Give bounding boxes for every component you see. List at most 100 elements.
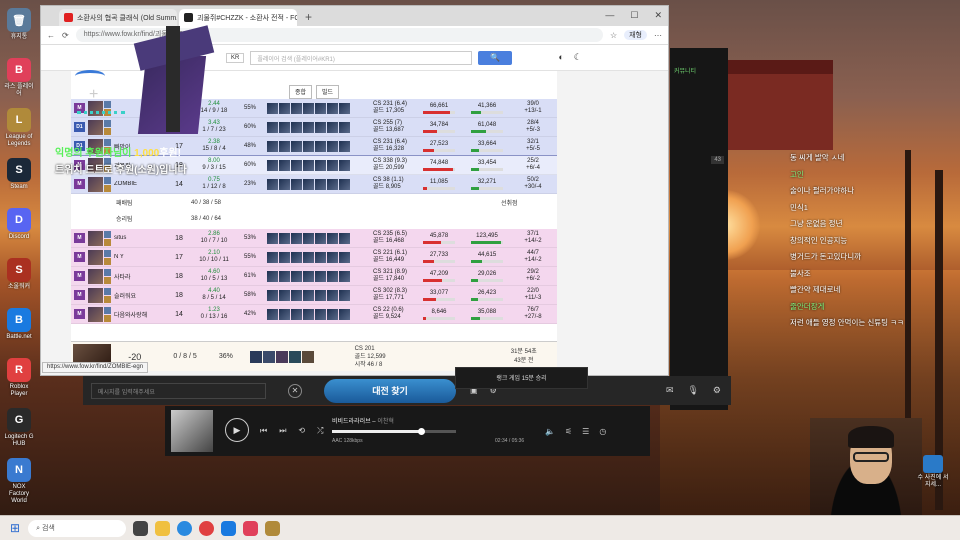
kda: 1.23 0 / 13 / 16 [200,307,228,320]
player-name[interactable]: 슬러워요 [111,291,169,300]
timer-icon[interactable]: ◷ [599,427,606,436]
player-row[interactable]: M 다음와사랑해 14 1.23 0 / 13 / 16 42% CS 22 (0.6) 골드… [71,305,557,324]
app-icon[interactable] [221,520,237,536]
find-match-button[interactable]: 대전 찾기 [324,378,456,403]
close-icon[interactable]: ✕ [288,383,302,398]
player-row[interactable]: Msitus 18 2.86 10 / 7 / 10 53% CS 235 (6.5) 골드… [71,229,557,248]
desktop-icon[interactable]: L League of Legends [4,108,34,148]
kill-participation: 48% [243,143,256,149]
player-right-controls: 🔈 ⚟ ☰ ◷ [545,427,606,436]
desktop-icon[interactable]: G Logitech G HUB [4,408,34,448]
desktop-icon[interactable]: R Roblox Player [4,358,34,398]
kill-participation: 42% [243,311,256,317]
menu-icon[interactable]: ⋯ [654,31,662,40]
play-button[interactable]: ▶ [225,418,249,442]
search-button[interactable]: 🔍 [478,50,513,65]
windows-start-icon[interactable]: ⊞ [10,521,20,535]
chrome-icon[interactable] [199,520,215,536]
minimize-icon[interactable]: — [605,10,614,21]
tab-build[interactable]: 빌드 [316,85,340,99]
explorer-icon[interactable] [155,520,171,536]
desktop-icon[interactable]: B Battle.net [4,308,34,341]
refresh-icon[interactable]: ⟳ [62,31,69,40]
region-select[interactable]: KR [226,52,245,63]
star-icon[interactable]: ☆ [610,31,617,40]
playlist-icon[interactable]: ☰ [582,427,589,436]
app-icon[interactable] [243,520,259,536]
chat-input[interactable]: 메시지를 입력해주세요 [91,382,266,399]
prev-icon[interactable]: ⏮ [260,426,267,436]
close-window-icon[interactable]: ✕ [654,10,662,21]
repeat-icon[interactable]: ⟲ [298,426,305,436]
chat-message: 민식1 [790,202,808,212]
kill-participation: 55% [243,254,256,260]
taskview-icon[interactable] [133,520,149,536]
cs-gold: CS 235 (6.5) 골드 16,468 [373,231,408,244]
player-name[interactable]: situs [111,235,169,241]
back-icon[interactable]: ← [47,31,55,40]
taskbar: ⊞ ⌕ 검색 [0,515,960,540]
taskbar-search[interactable]: ⌕ 검색 [28,519,127,537]
youtube-icon [64,13,73,22]
desktop-icon-label: 휴지통 [10,34,28,40]
panel-label: 커뮤니티 [674,69,697,75]
chat-message: 술이나 펄러가야하나 [790,186,855,195]
kill-participation: 60% [243,124,256,130]
player-row[interactable]: M 사타라 18 4.60 10 / 5 / 13 61% CS 321 (8.9) 골드 1… [71,267,557,286]
desktop-icon[interactable]: 🗑 휴지통 [4,8,34,41]
player-name[interactable]: 사타라 [111,272,169,281]
dark-mode-icon[interactable]: ☾ [574,52,582,63]
player-name[interactable]: ZOMBIE [111,181,169,187]
player-row[interactable]: M N Y 17 2.10 10 / 10 / 11 55% CS 221 (6.1) 골드 … [71,248,557,267]
damage-taken: 26,423 [463,290,511,301]
desktop-icon[interactable]: N NOX Factory World [4,458,34,505]
player-row[interactable]: M 슬러워요 18 4.40 8 / 5 / 14 58% CS 302 (8.3) 골드 1… [71,286,557,305]
cs-gold: CS 38 (1.1) 골드 8,905 [373,177,404,190]
profile-button[interactable]: 재형 [624,30,647,40]
play-time: 02:34 / 05:36 [495,438,525,444]
tab-overview[interactable]: 종합 [288,85,312,99]
player-name[interactable]: 다음와사랑해 [111,310,169,319]
next-icon[interactable]: ⏭ [279,426,286,436]
champ-level: 18 [175,234,183,242]
item-build [267,178,357,190]
item-build [267,270,357,282]
cs-gold: CS 255 (7) 골드 13,687 [373,120,405,133]
chat-message: 동 씨게 발악 ㅅ네 [790,153,845,162]
nox-icon: N [7,458,31,482]
desktop-icon[interactable]: B 라스 플레이어 [4,58,34,98]
volume-icon[interactable]: 🔈 [545,427,555,436]
cs-gold: CS 302 (8.3) 골드 17,771 [373,288,408,301]
wards: 28/4 +5/-3 [526,120,540,133]
match-cs-gold: CS 201 골드 12,599 시작 46 / 8 [354,345,386,368]
damage-dealt: 34,784 [415,122,463,133]
lol-icon[interactable] [265,520,281,536]
item-build [267,140,357,152]
maximize-icon[interactable]: ☐ [630,10,638,21]
progress-bar[interactable] [332,428,456,435]
player-search-input[interactable]: 플레이어 검색 (플레이어#KR1) [250,50,473,65]
match-kp: 36% [218,353,233,360]
shuffle-icon[interactable]: ⤮ [317,426,323,436]
song-info: 비비드라라러브 – 이찬혁 [332,419,394,425]
desktop-widget[interactable]: 수 사진에 서 지세... [916,455,950,489]
edge-icon[interactable] [177,520,193,536]
kill-participation: 53% [243,235,256,241]
language-icon[interactable]: ◐ [558,52,563,63]
settings-gear-icon: ⚙ [712,385,721,395]
app-icon: B [7,58,31,82]
cs-gold: CS 231 (6.4) 골드 17,305 [373,101,408,114]
equalizer-icon[interactable]: ⚟ [565,427,572,436]
desktop-icon[interactable]: S 소울워커 [4,258,34,291]
damage-taken: 32,271 [463,179,511,190]
battlenet-icon: B [7,308,31,332]
player-name[interactable]: N Y [111,254,169,260]
tier-badge: M [74,252,85,262]
damage-taken: 61,048 [463,122,511,133]
new-tab-button[interactable]: + [299,10,318,26]
desktop-icons: 🗑 휴지통 B 라스 플레이어 L League of Legends S Steam D Dis… [0,0,38,515]
desktop-icon[interactable]: D Discord [4,208,34,241]
kill-participation: 23% [243,181,256,187]
damage-taken: 33,664 [463,141,511,152]
desktop-icon[interactable]: S Steam [4,158,34,191]
